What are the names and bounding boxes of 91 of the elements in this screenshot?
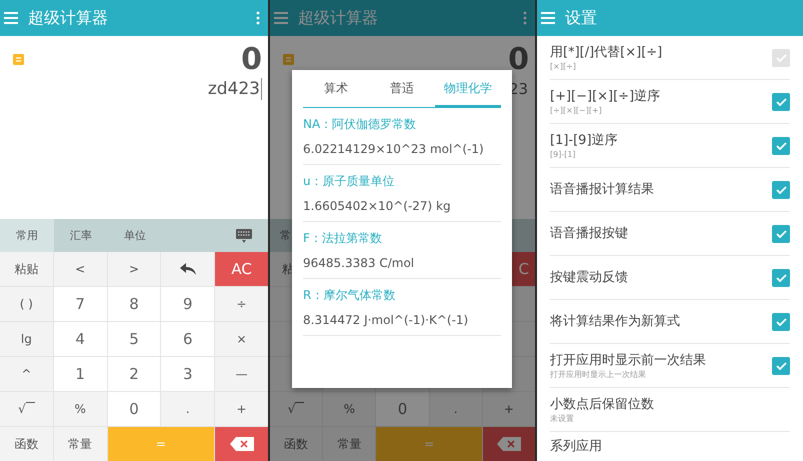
checkmark-icon bbox=[776, 98, 786, 106]
setting-title[interactable]: 语音播报计算结果 bbox=[550, 181, 772, 198]
calculator-key[interactable]: ÷ bbox=[215, 287, 268, 321]
calculator-key[interactable]: % bbox=[323, 392, 376, 426]
menu-icon[interactable] bbox=[274, 12, 288, 24]
setting-title[interactable]: [1]-[9]逆序 bbox=[550, 132, 772, 148]
checkmark-icon bbox=[776, 142, 786, 150]
setting-subtitle: [×][÷] bbox=[550, 60, 577, 72]
calculator-key[interactable]: 9 bbox=[161, 287, 214, 321]
calculator-key[interactable]: 粘贴 bbox=[0, 252, 53, 286]
backspace-icon bbox=[230, 437, 254, 451]
dialog-tab[interactable]: 算术 bbox=[303, 70, 369, 107]
calculator-key[interactable]: 2 bbox=[108, 357, 160, 391]
checkbox[interactable] bbox=[772, 136, 790, 154]
calculator-key[interactable]: 3 bbox=[161, 357, 214, 391]
setting-title[interactable]: 小数点后保留位数 bbox=[550, 396, 790, 412]
checkbox[interactable] bbox=[772, 268, 790, 286]
checkbox[interactable] bbox=[772, 312, 790, 330]
memo-icon[interactable] bbox=[283, 54, 294, 65]
result-display: 0 bbox=[241, 42, 262, 78]
keyboard-icon[interactable] bbox=[236, 228, 252, 242]
constant-value: 6.02214129×10^23 mol^(-1) bbox=[303, 141, 485, 157]
calculator-key[interactable]: 常量 bbox=[54, 427, 107, 461]
calculator-key[interactable]: . bbox=[430, 392, 482, 426]
calculator-key[interactable]: < bbox=[54, 252, 107, 286]
calculator-key[interactable]: AC bbox=[215, 252, 268, 286]
calculator-key[interactable]: 4 bbox=[54, 322, 107, 356]
setting-title[interactable]: 语音播报按键 bbox=[550, 225, 772, 242]
more-icon[interactable] bbox=[523, 11, 527, 25]
setting-title[interactable]: 打开应用时显示前一次结果 bbox=[550, 352, 772, 368]
checkmark-icon bbox=[776, 186, 786, 194]
calculator-key[interactable]: 函数 bbox=[0, 427, 53, 461]
calculator-key[interactable]: ^ bbox=[0, 357, 53, 391]
checkmark-icon bbox=[776, 362, 786, 370]
calculator-key[interactable]: 常量 bbox=[323, 427, 376, 461]
checkbox[interactable] bbox=[772, 92, 790, 110]
setting-subtitle: 未设置 bbox=[550, 412, 575, 424]
checkbox[interactable] bbox=[772, 224, 790, 242]
checkbox[interactable] bbox=[772, 180, 790, 198]
constant-value: 96485.3383 C/mol bbox=[303, 255, 416, 271]
calculator-key[interactable]: 6 bbox=[161, 322, 214, 356]
calculator-key[interactable]: 7 bbox=[54, 287, 107, 321]
undo-arrow-icon bbox=[180, 263, 196, 275]
backspace-key[interactable] bbox=[482, 427, 535, 461]
constant-value: 1.6605402×10^(-27) kg bbox=[303, 198, 452, 214]
menu-icon[interactable] bbox=[541, 12, 555, 24]
calculator-key[interactable]: + bbox=[215, 392, 268, 426]
setting-title[interactable]: 将计算结果作为新算式 bbox=[550, 313, 772, 330]
setting-title[interactable]: 按键震动反馈 bbox=[550, 269, 772, 286]
calculator-key[interactable]: 0 bbox=[376, 392, 429, 426]
calculator-key[interactable]: 函数 bbox=[270, 427, 322, 461]
keypad-tab[interactable]: 汇率 bbox=[54, 219, 108, 252]
more-icon[interactable] bbox=[256, 11, 260, 25]
keypad-tab[interactable]: 单位 bbox=[108, 219, 162, 252]
calculator-key[interactable]: 5 bbox=[108, 322, 160, 356]
dialog-tab[interactable]: 普适 bbox=[369, 70, 435, 107]
calculator-key[interactable]: > bbox=[108, 252, 160, 286]
keypad-tab[interactable]: 常用 bbox=[0, 219, 54, 252]
checkbox[interactable] bbox=[772, 356, 790, 374]
setting-subtitle: 打开应用时显示上一次结果 bbox=[550, 368, 647, 380]
memo-icon[interactable] bbox=[13, 54, 24, 65]
constant-value: 8.314472 J·mol^(-1)·K^(-1) bbox=[303, 312, 470, 328]
app-title: 超级计算器 bbox=[28, 8, 109, 28]
undo-key[interactable] bbox=[161, 252, 214, 286]
checkmark-icon bbox=[776, 274, 786, 282]
checkmark-icon bbox=[776, 230, 786, 238]
calculator-key[interactable]: — bbox=[215, 357, 268, 391]
app-title: 设置 bbox=[565, 8, 598, 28]
calculator-key[interactable]: 8 bbox=[108, 287, 160, 321]
backspace-icon bbox=[496, 437, 521, 451]
calculator-key[interactable]: √ bbox=[0, 392, 53, 426]
setting-subtitle: [÷][×][−][+] bbox=[550, 104, 603, 116]
menu-icon[interactable] bbox=[4, 12, 18, 24]
calculator-key[interactable]: + bbox=[482, 392, 535, 426]
setting-title[interactable]: 系列应用 bbox=[550, 438, 790, 455]
checkmark-icon bbox=[776, 318, 786, 326]
app-title: 超级计算器 bbox=[298, 8, 379, 28]
checkmark-icon bbox=[776, 54, 786, 62]
calculator-key[interactable]: . bbox=[161, 392, 214, 426]
result-display: 0 bbox=[508, 42, 529, 78]
backspace-key[interactable] bbox=[215, 427, 268, 461]
calculator-key[interactable]: % bbox=[54, 392, 107, 426]
calculator-key[interactable]: 1 bbox=[54, 357, 107, 391]
setting-subtitle: [9]-[1] bbox=[550, 148, 577, 160]
calculator-key[interactable]: ( ) bbox=[0, 287, 53, 321]
calculator-key[interactable]: lg bbox=[0, 322, 53, 356]
setting-title[interactable]: [+][−][×][÷]逆序 bbox=[550, 88, 772, 104]
calculator-key[interactable]: √ bbox=[270, 392, 322, 426]
calculator-key[interactable]: × bbox=[215, 322, 268, 356]
calculator-key[interactable]: 0 bbox=[108, 392, 160, 426]
expression-field[interactable]: zd423 bbox=[208, 78, 262, 100]
